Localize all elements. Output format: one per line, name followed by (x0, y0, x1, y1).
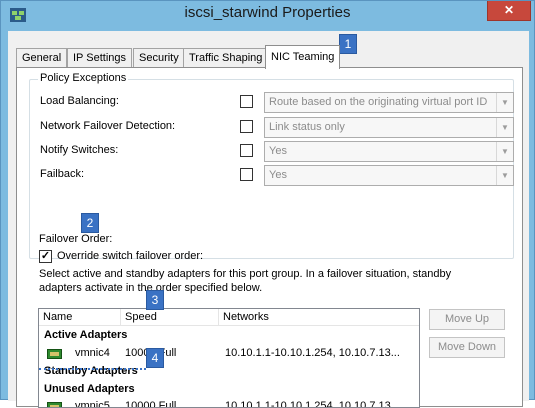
failback-value: Yes (269, 169, 287, 181)
failback-select[interactable]: Yes ▼ (264, 165, 514, 186)
override-failover-label[interactable]: Override switch failover order: (57, 250, 203, 262)
failback-checkbox[interactable] (240, 168, 253, 181)
load-balancing-label: Load Balancing: (40, 95, 119, 107)
notify-switches-checkbox[interactable] (240, 144, 253, 157)
adapter-speed: 10000 Full (125, 400, 177, 408)
close-button[interactable]: ✕ (487, 1, 531, 21)
nic-teaming-panel: Policy Exceptions Load Balancing: Route … (16, 67, 523, 408)
callout-pointer-line (39, 368, 146, 370)
tab-general[interactable]: General (16, 48, 68, 68)
tab-security[interactable]: Security (133, 48, 185, 68)
notify-switches-value: Yes (269, 145, 287, 157)
chevron-down-icon: ▼ (496, 166, 513, 185)
adapter-list-header: Name Speed Networks (39, 309, 419, 326)
callout-badge-4: 4 (146, 348, 164, 368)
chevron-down-icon: ▼ (496, 118, 513, 137)
adapter-networks: 10.10.1.1-10.10.1.254, 10.10.7.13... (225, 400, 400, 408)
window-title: iscsi_starwind Properties (184, 4, 351, 21)
title-bar[interactable]: iscsi_starwind Properties ✕ (1, 1, 534, 31)
failover-description: Select active and standby adapters for t… (39, 268, 452, 294)
adapter-row[interactable]: vmnic4 10000 Full 10.10.1.1-10.10.1.254,… (39, 346, 419, 362)
failback-label: Failback: (40, 168, 85, 180)
notify-switches-select[interactable]: Yes ▼ (264, 141, 514, 162)
callout-badge-1: 1 (339, 34, 357, 54)
policy-exceptions-title: Policy Exceptions (38, 72, 129, 84)
tab-ip-settings[interactable]: IP Settings (67, 48, 132, 68)
adapter-row[interactable]: vmnic5 10000 Full 10.10.1.1-10.10.1.254,… (39, 399, 419, 408)
chevron-down-icon: ▼ (496, 142, 513, 161)
failover-detection-checkbox[interactable] (240, 120, 253, 133)
tab-traffic-shaping[interactable]: Traffic Shaping (183, 48, 269, 68)
load-balancing-checkbox[interactable] (240, 95, 253, 108)
failover-order-title: Failover Order: (39, 233, 113, 245)
network-card-icon (47, 349, 62, 359)
policy-exceptions-group: Policy Exceptions Load Balancing: Route … (29, 72, 514, 259)
failover-detection-value: Link status only (269, 121, 345, 133)
adapter-name: vmnic4 (75, 347, 110, 359)
override-failover-checkbox[interactable]: ✓ (39, 250, 52, 263)
callout-badge-3: 3 (146, 290, 164, 310)
column-header-name[interactable]: Name (39, 309, 121, 326)
load-balancing-value: Route based on the originating virtual p… (269, 96, 488, 108)
adapter-networks: 10.10.1.1-10.10.1.254, 10.10.7.13... (225, 347, 400, 359)
properties-window: iscsi_starwind Properties ✕ General IP S… (0, 0, 535, 408)
active-adapters-heading: Active Adapters (44, 329, 128, 341)
adapter-name: vmnic5 (75, 400, 110, 408)
tab-nic-teaming[interactable]: NIC Teaming (265, 45, 341, 69)
callout-badge-2: 2 (81, 213, 99, 233)
failover-detection-label: Network Failover Detection: (40, 120, 176, 132)
load-balancing-select[interactable]: Route based on the originating virtual p… (264, 92, 514, 113)
notify-switches-label: Notify Switches: (40, 144, 119, 156)
move-up-button[interactable]: Move Up (429, 309, 505, 330)
failover-detection-select[interactable]: Link status only ▼ (264, 117, 514, 138)
adapter-list[interactable]: Name Speed Networks Active Adapters vmni… (38, 308, 420, 408)
chevron-down-icon: ▼ (496, 93, 513, 112)
network-card-icon (47, 402, 62, 407)
column-header-networks[interactable]: Networks (219, 309, 419, 326)
column-header-speed[interactable]: Speed (121, 309, 219, 326)
standby-adapters-heading: Standby Adapters (44, 365, 138, 377)
unused-adapters-heading: Unused Adapters (44, 383, 135, 395)
move-down-button[interactable]: Move Down (429, 337, 505, 358)
